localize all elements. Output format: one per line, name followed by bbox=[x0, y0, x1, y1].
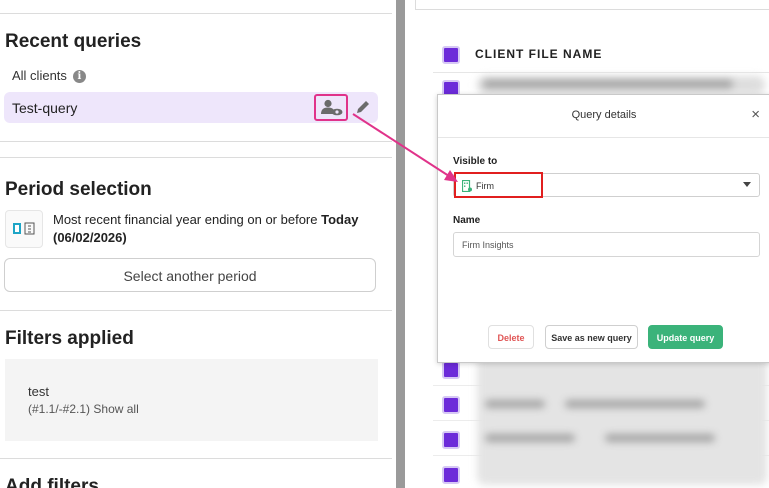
user-eye-icon bbox=[321, 99, 343, 116]
modal-title: Query details bbox=[571, 109, 637, 121]
recent-queries-title: Recent queries bbox=[5, 31, 142, 52]
select-another-period-button[interactable]: Select another period bbox=[4, 258, 376, 292]
blurred-text bbox=[605, 434, 715, 442]
left-panel: Recent queries All clients i Test-query P… bbox=[0, 0, 396, 488]
blurred-text bbox=[485, 434, 575, 442]
row-checkbox[interactable] bbox=[442, 396, 460, 414]
panel-separator bbox=[396, 0, 405, 488]
row-checkbox[interactable] bbox=[442, 361, 460, 379]
row-checkbox[interactable] bbox=[442, 431, 460, 449]
filter-name: test bbox=[28, 384, 49, 399]
all-clients-filter[interactable]: All clients i bbox=[12, 68, 86, 84]
filter-codes: (#1.1/-#2.1) bbox=[28, 402, 91, 416]
query-visibility-button[interactable] bbox=[314, 94, 348, 121]
query-name: Test-query bbox=[12, 100, 78, 116]
period-description: Most recent financial year ending on or … bbox=[53, 211, 373, 247]
close-icon[interactable]: × bbox=[751, 106, 760, 123]
name-label: Name bbox=[453, 215, 481, 226]
show-all-link[interactable]: Show all bbox=[93, 402, 138, 416]
add-filters-title: Add filters bbox=[5, 476, 99, 488]
modal-divider bbox=[438, 137, 769, 138]
query-row[interactable]: Test-query bbox=[4, 92, 378, 123]
annotation-highlight-box bbox=[454, 172, 543, 198]
divider bbox=[0, 141, 392, 142]
period-calendar-icon bbox=[5, 210, 43, 248]
column-header-client-file-name[interactable]: CLIENT FILE NAME bbox=[475, 47, 602, 61]
delete-button[interactable]: Delete bbox=[488, 325, 534, 349]
visible-to-label: Visible to bbox=[453, 156, 498, 167]
period-description-text: Most recent financial year ending on or … bbox=[53, 212, 322, 227]
info-icon[interactable]: i bbox=[72, 70, 86, 84]
filter-card[interactable]: test (#1.1/-#2.1) Show all bbox=[5, 359, 378, 441]
blurred-text bbox=[485, 400, 545, 408]
edit-pencil-icon[interactable] bbox=[354, 98, 372, 116]
divider bbox=[0, 157, 392, 158]
blurred-text bbox=[565, 400, 705, 408]
row-checkbox[interactable] bbox=[442, 466, 460, 484]
table-top-edge bbox=[415, 0, 769, 10]
divider bbox=[0, 13, 392, 14]
period-selection-title: Period selection bbox=[5, 179, 152, 200]
filters-applied-title: Filters applied bbox=[5, 328, 134, 349]
divider bbox=[0, 458, 392, 459]
save-as-new-query-button[interactable]: Save as new query bbox=[545, 325, 638, 349]
all-clients-label: All clients bbox=[12, 68, 67, 83]
select-all-checkbox[interactable] bbox=[442, 46, 460, 64]
divider bbox=[0, 310, 392, 311]
blurred-content bbox=[477, 355, 767, 485]
query-details-modal: Query details × Visible to Firm Name Fir… bbox=[437, 94, 769, 363]
update-query-button[interactable]: Update query bbox=[648, 325, 723, 349]
query-name-input[interactable]: Firm Insights bbox=[453, 232, 760, 257]
filter-detail: (#1.1/-#2.1) Show all bbox=[28, 402, 139, 416]
blurred-text bbox=[483, 80, 733, 88]
chevron-down-icon bbox=[743, 182, 751, 187]
